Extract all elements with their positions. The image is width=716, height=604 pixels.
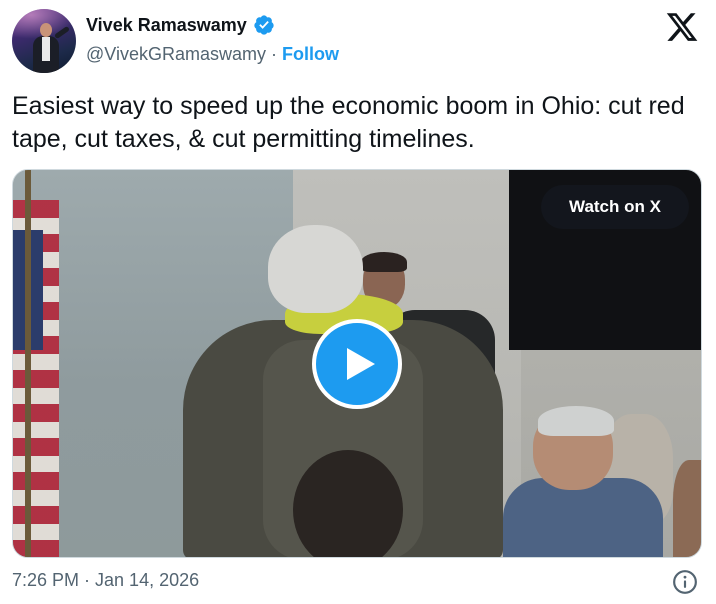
avatar-figure-shirt [42,37,50,61]
tweet-timestamp[interactable]: 7:26 PM · Jan 14, 2026 [12,570,199,591]
video-frame-background-person-hair [361,252,407,272]
x-logo-icon[interactable] [664,10,700,44]
video-frame-audience-man-shirt [503,478,663,557]
author-handle-row: @VivekGRamaswamy · Follow [86,44,339,65]
video-frame-foreground-head [293,450,403,557]
separator-dot: · [270,44,277,64]
video-frame-speaker-head [268,225,363,313]
verified-badge-icon [254,15,274,35]
author-display-name[interactable]: Vivek Ramaswamy [86,15,247,36]
avatar-figure-head [40,23,52,37]
tweet-text: Easiest way to speed up the economic boo… [12,92,685,153]
play-icon [347,348,375,380]
video-frame-audience-edge [673,460,701,557]
follow-button[interactable]: Follow [282,44,339,65]
author-avatar[interactable] [12,9,76,73]
watch-on-x-button[interactable]: Watch on X [541,185,689,229]
video-frame-flag-pole [25,170,31,557]
video-frame-audience-man-hair [538,406,614,436]
info-icon[interactable] [672,569,698,595]
author-name-row: Vivek Ramaswamy [86,14,275,36]
play-button[interactable] [312,319,402,409]
author-handle[interactable]: @VivekGRamaswamy [86,44,266,65]
video-player[interactable]: Watch on X [12,169,702,558]
